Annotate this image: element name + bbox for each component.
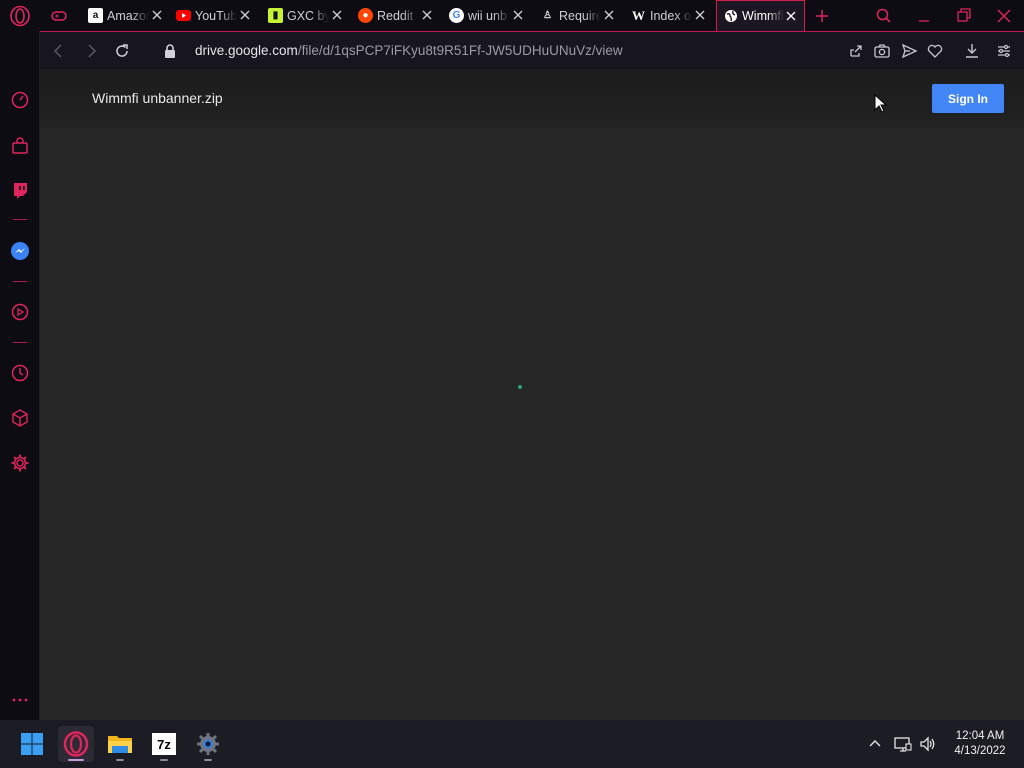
url-path: /file/d/1qsPCP7iFKyu8t9R51Ff-JW5UDHuUNuV… bbox=[297, 43, 623, 58]
tab-google-search[interactable]: G wii unb bbox=[443, 0, 531, 31]
network-icon[interactable] bbox=[894, 735, 912, 753]
messenger-icon[interactable] bbox=[10, 241, 30, 261]
forward-icon[interactable] bbox=[82, 42, 100, 60]
close-tab-icon[interactable] bbox=[330, 8, 344, 22]
camera-icon[interactable] bbox=[873, 42, 891, 60]
restore-icon[interactable] bbox=[954, 6, 974, 26]
sign-in-button[interactable]: Sign In bbox=[932, 84, 1004, 113]
heart-icon[interactable] bbox=[926, 42, 944, 60]
download-icon[interactable] bbox=[963, 42, 981, 60]
taskbar-opera[interactable] bbox=[58, 726, 94, 762]
reddit-icon: ● bbox=[358, 8, 373, 23]
clock-date: 4/13/2022 bbox=[954, 745, 1006, 757]
globe-icon bbox=[723, 9, 738, 24]
opera-menu-icon[interactable] bbox=[9, 5, 31, 27]
opera-icon bbox=[63, 731, 89, 757]
twitch-icon[interactable] bbox=[10, 180, 30, 200]
tab-title: Require bbox=[559, 8, 601, 23]
tab-title: Reddit bbox=[377, 8, 414, 23]
tab-title: Index of bbox=[650, 8, 692, 23]
amazon-icon: a bbox=[88, 8, 103, 23]
tab-title: Wimmfi bbox=[742, 9, 784, 23]
file-name: Wimmfi unbanner.zip bbox=[92, 90, 223, 106]
running-indicator bbox=[204, 759, 212, 761]
sidebar-divider bbox=[13, 219, 27, 220]
close-tab-icon[interactable] bbox=[511, 8, 525, 22]
google-icon: G bbox=[449, 8, 464, 23]
new-tab-icon[interactable] bbox=[812, 6, 832, 26]
tab-require[interactable]: ♙ Require bbox=[534, 0, 622, 31]
tab-index[interactable]: W Index of bbox=[625, 0, 713, 31]
sidebar-divider bbox=[13, 342, 27, 343]
system-clock[interactable]: 12:04 AM 4/13/2022 bbox=[940, 729, 1020, 759]
wiki-icon: W bbox=[632, 7, 645, 23]
taskbar: 7z 12:04 AM 4/13/2022 bbox=[0, 720, 1024, 768]
file-explorer-icon bbox=[108, 736, 132, 753]
lock-icon[interactable] bbox=[161, 42, 179, 60]
close-window-icon[interactable] bbox=[994, 6, 1014, 26]
tab-title: YouTube bbox=[195, 8, 237, 23]
send-icon[interactable] bbox=[900, 42, 918, 60]
tab-wimmfi-active[interactable]: Wimmfi bbox=[716, 0, 805, 31]
close-tab-icon[interactable] bbox=[693, 8, 707, 22]
extensions-cube-icon[interactable] bbox=[10, 408, 30, 428]
tab-reddit[interactable]: ● Reddit bbox=[352, 0, 440, 31]
taskbar-7zip[interactable]: 7z bbox=[146, 726, 182, 762]
active-indicator bbox=[68, 759, 84, 761]
share-icon[interactable] bbox=[847, 42, 865, 60]
clock-time: 12:04 AM bbox=[955, 730, 1005, 742]
speed-dial-icon[interactable] bbox=[10, 90, 30, 110]
player-icon[interactable] bbox=[10, 302, 30, 322]
history-icon[interactable] bbox=[10, 363, 30, 383]
tab-title: wii unb bbox=[468, 8, 507, 23]
settings-gear-icon[interactable] bbox=[10, 453, 30, 473]
sidebar-divider bbox=[13, 281, 27, 282]
youtube-icon bbox=[176, 8, 191, 23]
tab-bar: a Amazon YouTube ▮ GXC by ● Reddit G wii… bbox=[0, 0, 1024, 31]
gamepad-icon[interactable] bbox=[50, 7, 68, 25]
tab-title: Amazon bbox=[107, 8, 149, 23]
browser-window: a Amazon YouTube ▮ GXC by ● Reddit G wii… bbox=[0, 0, 1024, 768]
address-bar: drive.google.com/file/d/1qsPCP7iFKyu8t9R… bbox=[40, 31, 1024, 69]
close-tab-icon[interactable] bbox=[238, 8, 252, 22]
loading-spinner bbox=[518, 385, 522, 389]
close-tab-icon[interactable] bbox=[784, 9, 798, 23]
running-indicator bbox=[160, 759, 168, 761]
url-host: drive.google.com bbox=[195, 43, 298, 58]
url-field[interactable]: drive.google.com/file/d/1qsPCP7iFKyu8t9R… bbox=[195, 43, 623, 58]
sidebar bbox=[0, 31, 40, 720]
tab-title: GXC by bbox=[287, 8, 329, 23]
gxc-icon: ▮ bbox=[268, 8, 283, 23]
shopping-bag-icon[interactable] bbox=[10, 136, 30, 156]
close-tab-icon[interactable] bbox=[420, 8, 434, 22]
settings-icon bbox=[197, 733, 219, 755]
tab-gxc[interactable]: ▮ GXC by bbox=[262, 0, 350, 31]
tab-youtube[interactable]: YouTube bbox=[170, 0, 258, 31]
drive-viewer: Wimmfi unbanner.zip Sign In bbox=[40, 69, 1024, 720]
search-tabs-icon[interactable] bbox=[874, 6, 894, 26]
windows-start-icon bbox=[21, 733, 43, 755]
more-options-icon[interactable] bbox=[10, 690, 30, 710]
volume-icon[interactable] bbox=[919, 735, 937, 753]
easy-setup-icon[interactable] bbox=[995, 42, 1013, 60]
chevron-up-icon[interactable] bbox=[866, 735, 884, 753]
require-icon: ♙ bbox=[543, 10, 552, 21]
close-tab-icon[interactable] bbox=[602, 8, 616, 22]
mouse-cursor-icon bbox=[874, 94, 888, 113]
minimize-icon[interactable] bbox=[914, 6, 934, 26]
7zip-icon: 7z bbox=[152, 733, 176, 755]
taskbar-file-explorer[interactable] bbox=[102, 726, 138, 762]
running-indicator bbox=[116, 759, 124, 761]
tab-amazon[interactable]: a Amazon bbox=[82, 0, 170, 31]
back-icon[interactable] bbox=[50, 42, 68, 60]
windows-start-button[interactable] bbox=[14, 726, 50, 762]
reload-icon[interactable] bbox=[113, 42, 131, 60]
close-tab-icon[interactable] bbox=[150, 8, 164, 22]
taskbar-settings[interactable] bbox=[190, 726, 226, 762]
